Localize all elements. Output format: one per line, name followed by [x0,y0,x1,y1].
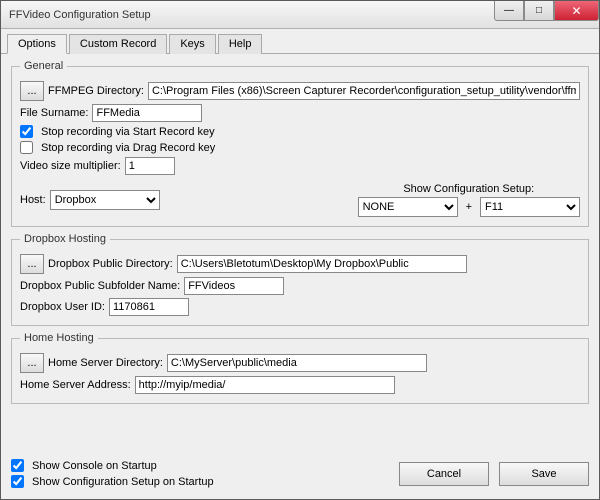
plus-label: + [462,201,476,213]
home-addr-label: Home Server Address: [20,379,131,391]
general-legend: General [20,60,67,72]
ffmpeg-input[interactable] [148,82,580,100]
showcfg-key-select[interactable]: F11 [480,197,580,217]
surname-label: File Surname: [20,107,88,119]
home-legend: Home Hosting [20,332,98,344]
stop-drag-label: Stop recording via Drag Record key [41,142,215,154]
host-label: Host: [20,194,46,206]
showcfg-mod-select[interactable]: NONE [358,197,458,217]
content-area: General ... FFMPEG Directory: File Surna… [1,54,599,452]
home-dir-input[interactable] [167,354,427,372]
app-window: FFVideo Configuration Setup — □ ✕ Option… [0,0,600,500]
show-cfg-checkbox[interactable] [11,475,24,488]
general-group: General ... FFMPEG Directory: File Surna… [11,60,589,227]
close-button[interactable]: ✕ [554,1,599,21]
dropbox-browse-button[interactable]: ... [20,254,44,274]
show-cfg-label: Show Configuration Setup on Startup [32,476,214,488]
show-console-label: Show Console on Startup [32,460,157,472]
dropbox-subfolder-input[interactable] [184,277,284,295]
multiplier-label: Video size multiplier: [20,160,121,172]
save-button[interactable]: Save [499,462,589,486]
dropbox-pubdir-label: Dropbox Public Directory: [48,258,173,270]
maximize-button[interactable]: □ [524,1,554,21]
dropbox-pubdir-input[interactable] [177,255,467,273]
minimize-button[interactable]: — [494,1,524,21]
stop-start-checkbox[interactable] [20,125,33,138]
window-buttons: — □ ✕ [494,1,599,28]
tab-custom-record[interactable]: Custom Record [69,34,167,54]
home-browse-button[interactable]: ... [20,353,44,373]
stop-drag-checkbox[interactable] [20,141,33,154]
footer-checkboxes: Show Console on Startup Show Configurati… [11,456,389,491]
footer: Show Console on Startup Show Configurati… [1,452,599,499]
show-console-checkbox[interactable] [11,459,24,472]
multiplier-input[interactable] [125,157,175,175]
home-dir-label: Home Server Directory: [48,357,163,369]
cancel-button[interactable]: Cancel [399,462,489,486]
window-title: FFVideo Configuration Setup [9,9,494,21]
tab-bar: Options Custom Record Keys Help [1,29,599,54]
home-addr-input[interactable] [135,376,395,394]
dropbox-userid-input[interactable] [109,298,189,316]
ffmpeg-label: FFMPEG Directory: [48,85,144,97]
home-group: Home Hosting ... Home Server Directory: … [11,332,589,404]
host-select[interactable]: Dropbox [50,190,160,210]
dropbox-userid-label: Dropbox User ID: [20,301,105,313]
dropbox-group: Dropbox Hosting ... Dropbox Public Direc… [11,233,589,326]
titlebar: FFVideo Configuration Setup — □ ✕ [1,1,599,29]
tab-help[interactable]: Help [218,34,263,54]
tab-options[interactable]: Options [7,34,67,54]
dropbox-subfolder-label: Dropbox Public Subfolder Name: [20,280,180,292]
ffmpeg-browse-button[interactable]: ... [20,81,44,101]
tab-keys[interactable]: Keys [169,34,215,54]
surname-input[interactable] [92,104,202,122]
stop-start-label: Stop recording via Start Record key [41,126,215,138]
showcfg-label: Show Configuration Setup: [403,183,534,195]
dropbox-legend: Dropbox Hosting [20,233,110,245]
